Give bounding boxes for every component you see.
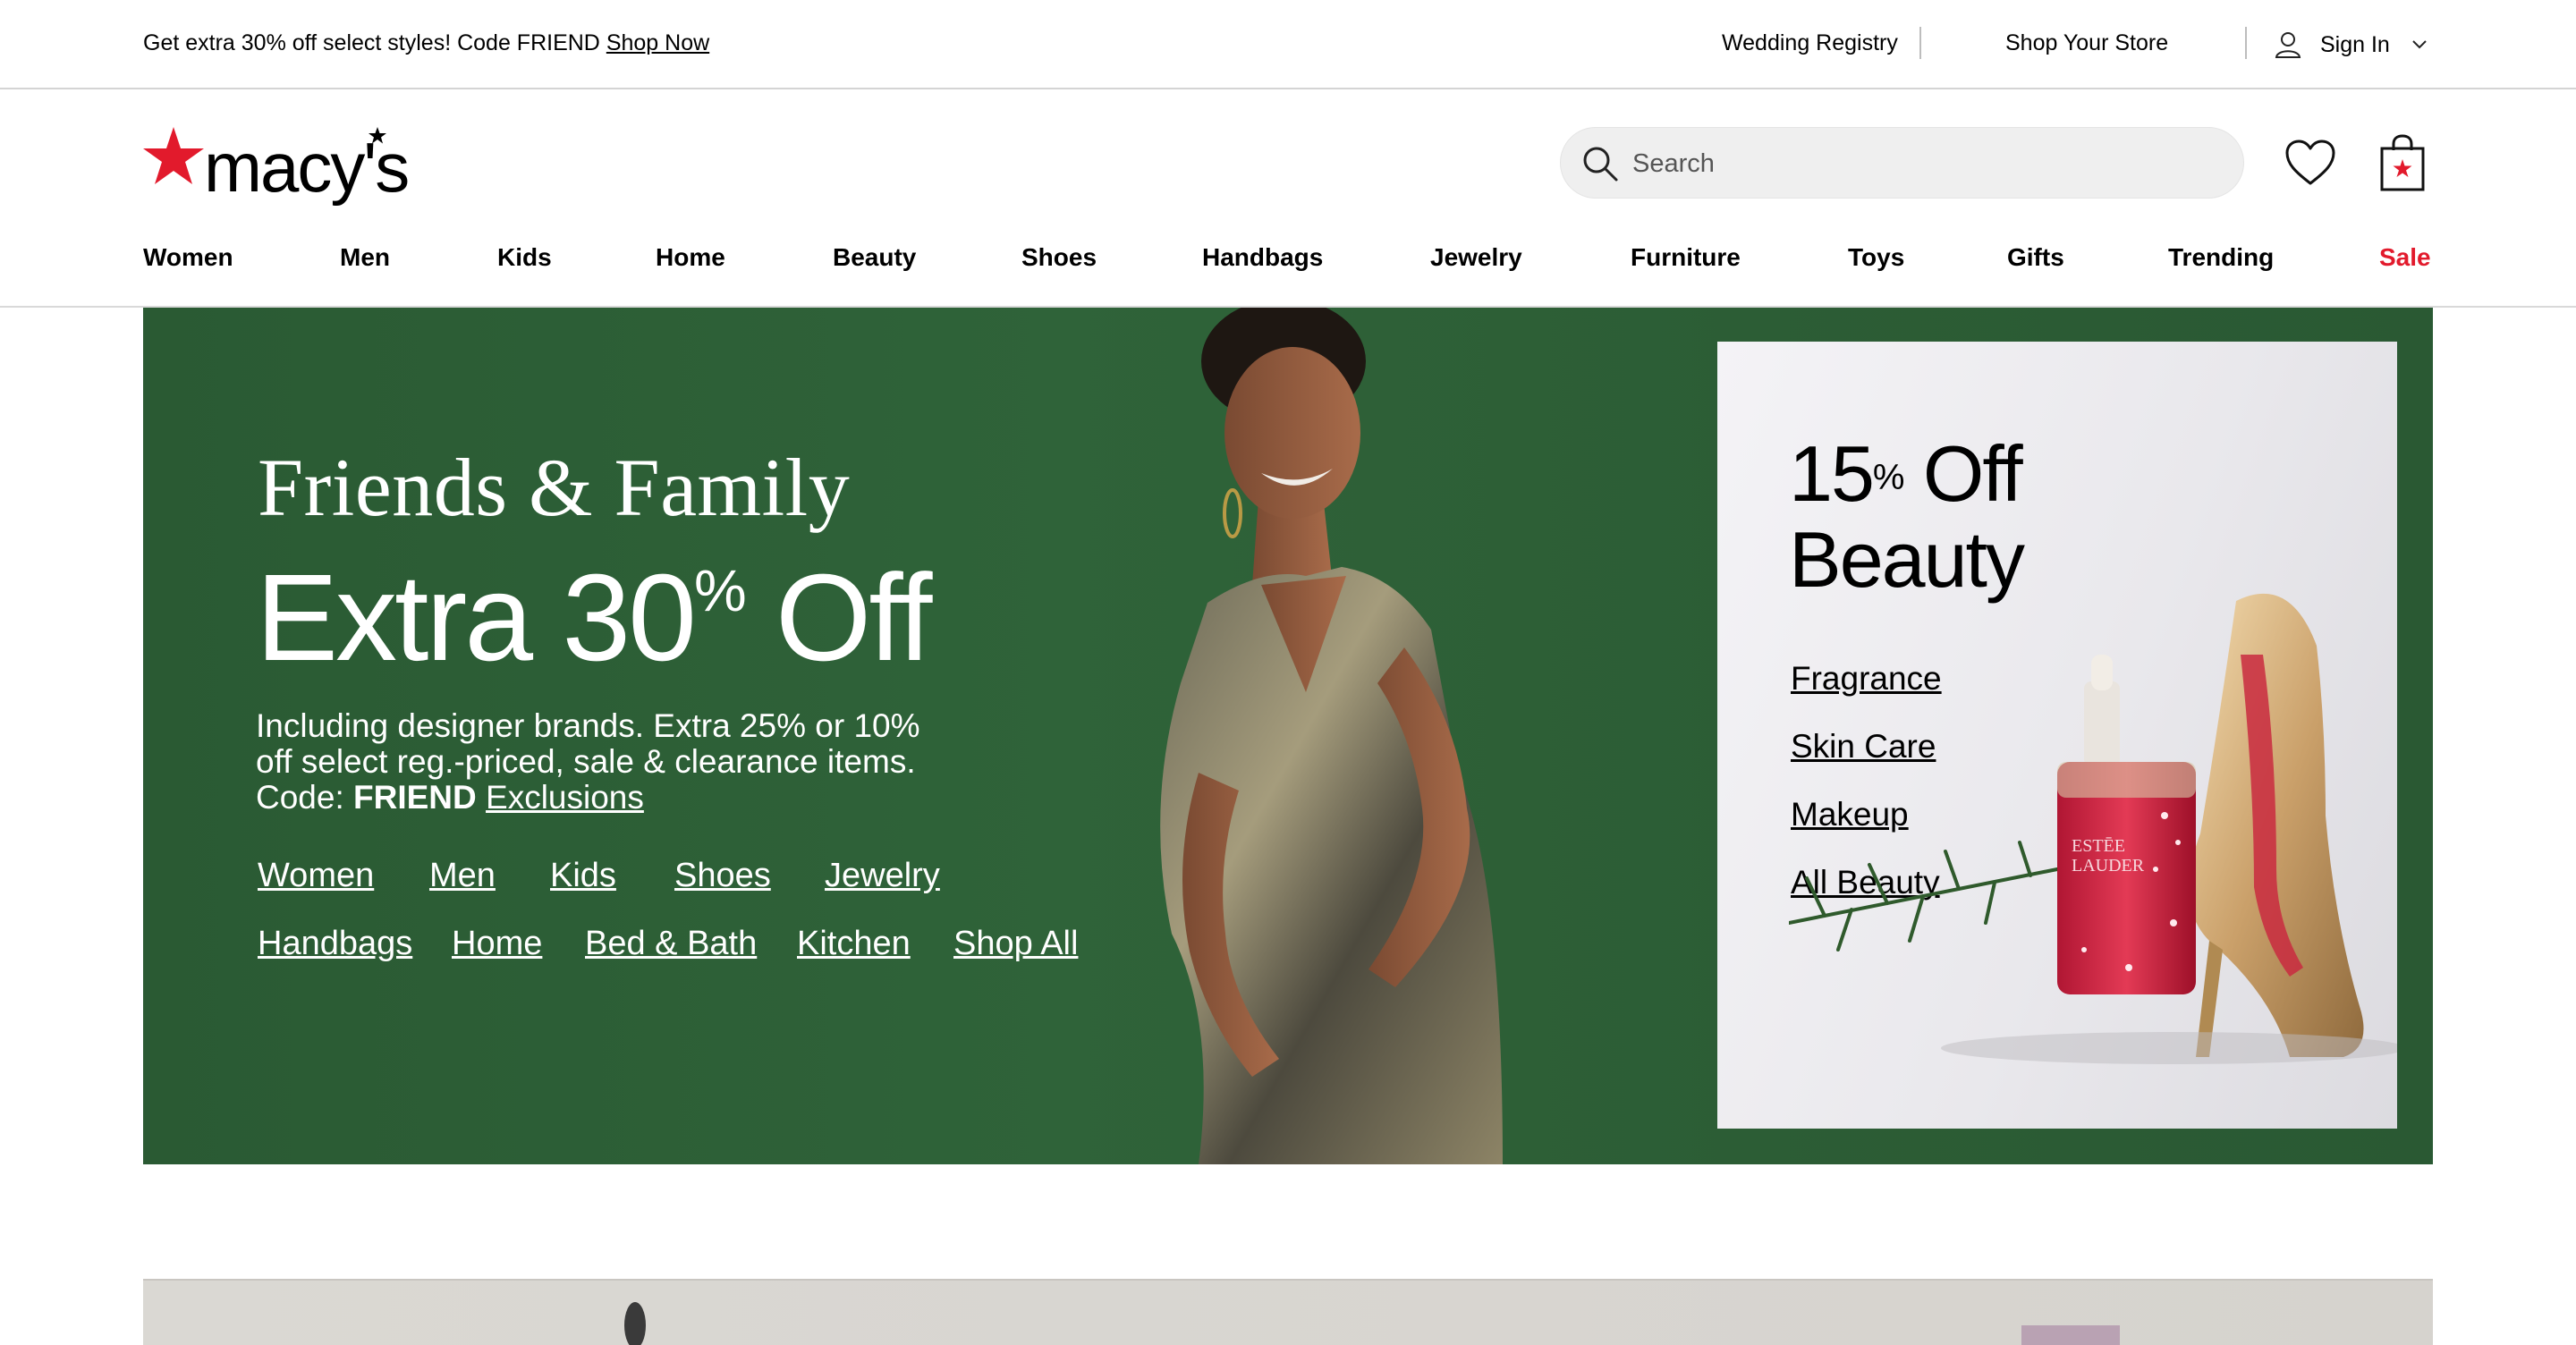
nav-shoes[interactable]: Shoes [1021, 243, 1097, 272]
promo-text: Get extra 30% off select styles! Code FR… [143, 30, 600, 55]
heart-icon[interactable] [2284, 139, 2336, 187]
model-image [1038, 308, 1807, 1164]
utility-divider [1919, 27, 1921, 59]
nav-home[interactable]: Home [656, 243, 725, 272]
search-bar[interactable] [1560, 127, 2244, 199]
desc-line-1: Including designer brands. Extra 25% or … [256, 707, 920, 744]
utility-divider [2245, 27, 2247, 59]
main-navigation: Women Men Kids Home Beauty Shoes Handbag… [0, 225, 2576, 308]
nav-gifts[interactable]: Gifts [2007, 243, 2064, 272]
beauty-off: Off [1902, 429, 2023, 518]
exclusions-link[interactable]: Exclusions [486, 779, 644, 816]
banner-product-image [624, 1302, 646, 1345]
svg-text:ESTĒE: ESTĒE [2072, 836, 2125, 856]
sign-in-label: Sign In [2320, 31, 2390, 57]
macys-logo[interactable]: macy's [143, 123, 410, 207]
banner-product-image-right [2021, 1325, 2120, 1345]
utility-bar: Get extra 30% off select styles! Code FR… [0, 0, 2576, 89]
nav-sale[interactable]: Sale [2379, 243, 2431, 272]
chevron-down-icon [2412, 40, 2427, 49]
hero-link-handbags[interactable]: Handbags [258, 925, 412, 963]
promo-code: FRIEND [353, 779, 477, 816]
nav-beauty[interactable]: Beauty [833, 243, 916, 272]
nav-women[interactable]: Women [143, 243, 233, 272]
headline-percent: % [693, 557, 747, 623]
svg-text:LAUDER: LAUDER [2072, 856, 2145, 876]
sign-in-button[interactable]: Sign In [2274, 27, 2445, 63]
promo-code-line: Code: FRIEND Exclusions [256, 780, 971, 816]
shop-your-store-link[interactable]: Shop Your Store [2005, 30, 2168, 56]
hero-link-women[interactable]: Women [258, 857, 374, 895]
desc-line-2: off select reg.-priced, sale & clearance… [256, 743, 916, 780]
nav-kids[interactable]: Kids [497, 243, 552, 272]
nav-handbags[interactable]: Handbags [1202, 243, 1323, 272]
hero-link-jewelry[interactable]: Jewelry [825, 857, 940, 895]
hero-link-shoes[interactable]: Shoes [674, 857, 771, 895]
hero-link-men[interactable]: Men [429, 857, 496, 895]
beauty-products-image: ESTĒE LAUDER [1789, 593, 2397, 1064]
nav-toys[interactable]: Toys [1848, 243, 1904, 272]
beauty-pct-symbol: % [1872, 458, 1905, 497]
hero-link-shop-all[interactable]: Shop All [953, 925, 1078, 963]
search-input[interactable] [1631, 128, 2224, 199]
hero-description: Including designer brands. Extra 25% or … [256, 708, 971, 816]
headline-suffix: Off [743, 549, 933, 687]
hero-banner[interactable]: Friends & Family Extra 30% Off Including… [143, 308, 2433, 1164]
search-icon[interactable] [1580, 144, 1620, 183]
nav-jewelry[interactable]: Jewelry [1430, 243, 1522, 272]
promo-banner: Get extra 30% off select styles! Code FR… [143, 30, 709, 56]
code-label: Code: [256, 779, 344, 816]
beauty-promo-card[interactable]: 15% Off Beauty Fragrance Skin Care Makeu… [1717, 342, 2397, 1129]
hero-link-home[interactable]: Home [452, 925, 542, 963]
nav-men[interactable]: Men [340, 243, 390, 272]
secondary-banner[interactable] [143, 1279, 2433, 1345]
nav-furniture[interactable]: Furniture [1631, 243, 1741, 272]
hero-link-bed-bath[interactable]: Bed & Bath [585, 925, 757, 963]
hero-link-kids[interactable]: Kids [550, 857, 616, 895]
hero-link-kitchen[interactable]: Kitchen [797, 925, 911, 963]
hero-headline: Extra 30% Off [256, 547, 933, 689]
shopping-bag-icon[interactable] [2379, 134, 2426, 191]
hero-subtitle: Friends & Family [258, 442, 851, 533]
beauty-pct-number: 15 [1789, 429, 1875, 518]
wedding-registry-link[interactable]: Wedding Registry [1722, 30, 1898, 56]
user-icon [2275, 32, 2301, 58]
headline-prefix: Extra 30 [256, 549, 697, 687]
nav-trending[interactable]: Trending [2168, 243, 2274, 272]
shop-now-link[interactable]: Shop Now [606, 30, 709, 55]
logo-wordmark: macy's [204, 128, 410, 207]
